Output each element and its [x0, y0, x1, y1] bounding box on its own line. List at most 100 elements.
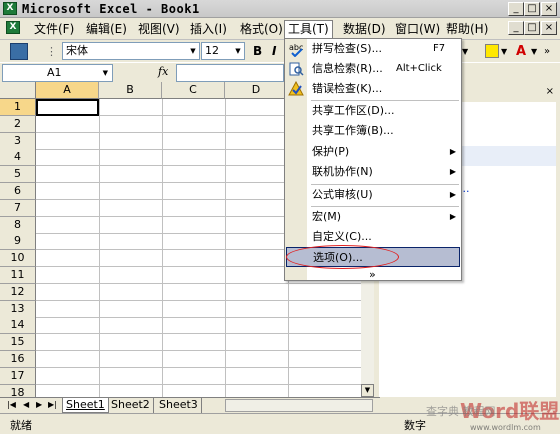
sheet-tabs-bar: |◀ ◀ ▶ ▶| Sheet1 Sheet2 Sheet3	[0, 397, 380, 413]
sheet-tab-3[interactable]: Sheet3	[156, 398, 202, 413]
menu-item-macro[interactable]: 宏(M) ▶	[285, 207, 461, 227]
fill-color-dropdown-icon[interactable]: ▼	[501, 43, 507, 60]
select-all-corner[interactable]	[0, 82, 36, 99]
row-header-2[interactable]: 2	[0, 115, 36, 133]
menu-item-customize[interactable]: 自定义(C)...	[285, 227, 461, 247]
task-pane-close-icon[interactable]: ×	[546, 86, 554, 97]
error-check-icon	[288, 81, 304, 96]
spelling-icon: abc	[289, 43, 303, 57]
doc-restore-button[interactable]: □	[524, 21, 540, 35]
excel-logo-icon: X	[3, 2, 17, 15]
menu-item-protection[interactable]: 保护(P) ▶	[285, 142, 461, 162]
row-header-14[interactable]: 14	[0, 317, 36, 335]
menu-help[interactable]: 帮助(H)	[444, 21, 490, 37]
workbook-icon[interactable]: X	[6, 21, 20, 34]
menu-edit[interactable]: 编辑(E)	[84, 21, 129, 37]
toolbar: ⋮ 宋体 ▼ 12 ▼ B I ▼ ▼ A ▼ »	[0, 40, 560, 62]
highlight-circle	[286, 245, 399, 269]
menu-bar: X 文件(F) 编辑(E) 视图(V) 插入(I) 格式(O) 工具(T) 数据…	[0, 18, 560, 40]
row-header-15[interactable]: 15	[0, 334, 36, 352]
sheet-tab-1[interactable]: Sheet1	[62, 398, 109, 413]
bold-button[interactable]: B	[253, 43, 262, 60]
menu-file[interactable]: 文件(F)	[32, 21, 76, 37]
italic-button[interactable]: I	[272, 43, 276, 60]
chevron-down-icon: ▼	[102, 69, 108, 77]
prev-sheet-icon[interactable]: ◀	[20, 398, 32, 413]
close-button[interactable]: ×	[541, 2, 557, 16]
next-sheet-icon[interactable]: ▶	[33, 398, 45, 413]
row-header-16[interactable]: 16	[0, 351, 36, 368]
font-size-value: 12	[205, 44, 219, 57]
insert-function-button[interactable]: fx	[158, 65, 168, 78]
title-bar: X Microsoft Excel - Book1 _ □ ×	[0, 0, 560, 18]
doc-minimize-button[interactable]: _	[508, 21, 524, 35]
first-sheet-icon[interactable]: |◀	[4, 398, 19, 413]
watermark: Word联盟 查字典 教程网 www.wordlm.com	[426, 399, 560, 432]
minimize-button[interactable]: _	[508, 2, 524, 16]
menu-item-online-collab[interactable]: 联机协作(N) ▶	[285, 162, 461, 182]
font-color-button[interactable]: A	[516, 43, 526, 60]
row-header-13[interactable]: 13	[0, 300, 36, 318]
toolbar-options-icon[interactable]: ⋮	[46, 43, 57, 60]
menu-item-shared-workspace[interactable]: 共享工作区(D)...	[285, 101, 461, 121]
name-box[interactable]: A1 ▼	[2, 64, 113, 82]
menu-insert[interactable]: 插入(I)	[188, 21, 229, 37]
sheet-tab-2[interactable]: Sheet2	[108, 398, 154, 413]
row-header-12[interactable]: 12	[0, 283, 36, 301]
fill-color-icon[interactable]	[485, 44, 499, 58]
column-header-c[interactable]: C	[162, 82, 225, 99]
active-cell-a1[interactable]	[36, 99, 99, 116]
font-name-select[interactable]: 宋体 ▼	[62, 42, 200, 60]
formula-input[interactable]	[176, 64, 284, 82]
menu-expand-icon[interactable]: »	[369, 268, 376, 281]
menu-format[interactable]: 格式(O)	[238, 21, 285, 37]
formula-bar: A1 ▼ fx	[0, 62, 560, 82]
excel-window: X Microsoft Excel - Book1 _ □ × X 文件(F) …	[0, 0, 560, 434]
row-header-8[interactable]: 8	[0, 216, 36, 234]
tools-menu: abc 拼写检查(S)... F7 信息检索(R)... Alt+Click 错…	[284, 38, 462, 281]
menu-window[interactable]: 窗口(W)	[393, 21, 442, 37]
menu-tools[interactable]: 工具(T)	[284, 20, 333, 39]
row-header-1[interactable]: 1	[0, 99, 36, 116]
status-ready: 就绪	[10, 419, 32, 432]
doc-close-button[interactable]: ×	[541, 21, 557, 35]
save-icon[interactable]	[10, 43, 28, 60]
row-header-11[interactable]: 11	[0, 267, 36, 284]
research-icon	[289, 62, 304, 76]
submenu-arrow-icon: ▶	[449, 190, 456, 199]
toolbar-more-icon[interactable]: »	[544, 43, 550, 60]
font-color-dropdown-icon[interactable]: ▼	[531, 43, 537, 60]
scroll-down-icon[interactable]: ▼	[361, 384, 374, 397]
chevron-down-icon: ▼	[235, 47, 241, 55]
row-header-17[interactable]: 17	[0, 367, 36, 385]
menu-item-spelling[interactable]: abc 拼写检查(S)... F7	[285, 39, 461, 59]
row-header-5[interactable]: 5	[0, 166, 36, 184]
horizontal-scrollbar[interactable]	[225, 399, 373, 412]
window-title: Microsoft Excel - Book1	[22, 2, 200, 16]
menu-view[interactable]: 视图(V)	[136, 21, 182, 37]
menu-item-research[interactable]: 信息检索(R)... Alt+Click	[285, 59, 461, 79]
maximize-button[interactable]: □	[524, 2, 540, 16]
font-name-value: 宋体	[66, 44, 88, 57]
row-header-18[interactable]: 18	[0, 384, 36, 397]
row-header-6[interactable]: 6	[0, 183, 36, 200]
menu-item-error-check[interactable]: 错误检查(K)...	[285, 79, 461, 99]
row-header-10[interactable]: 10	[0, 250, 36, 268]
borders-dropdown-icon[interactable]: ▼	[462, 43, 474, 60]
menu-item-formula-auditing[interactable]: 公式审核(U) ▶	[285, 185, 461, 205]
column-header-b[interactable]: B	[99, 82, 162, 99]
name-box-value: A1	[47, 66, 62, 79]
submenu-arrow-icon: ▶	[449, 147, 456, 156]
column-header-a[interactable]: A	[36, 82, 99, 99]
row-header-7[interactable]: 7	[0, 199, 36, 217]
submenu-arrow-icon: ▶	[449, 167, 456, 176]
column-header-d[interactable]: D	[225, 82, 288, 99]
row-header-4[interactable]: 4	[0, 149, 36, 167]
row-header-9[interactable]: 9	[0, 233, 36, 251]
chevron-down-icon: ▼	[190, 47, 196, 55]
font-size-select[interactable]: 12 ▼	[201, 42, 245, 60]
menu-data[interactable]: 数据(D)	[341, 21, 388, 37]
row-header-3[interactable]: 3	[0, 132, 36, 150]
menu-item-share-workbook[interactable]: 共享工作簿(B)...	[285, 121, 461, 141]
last-sheet-icon[interactable]: ▶|	[45, 398, 60, 413]
